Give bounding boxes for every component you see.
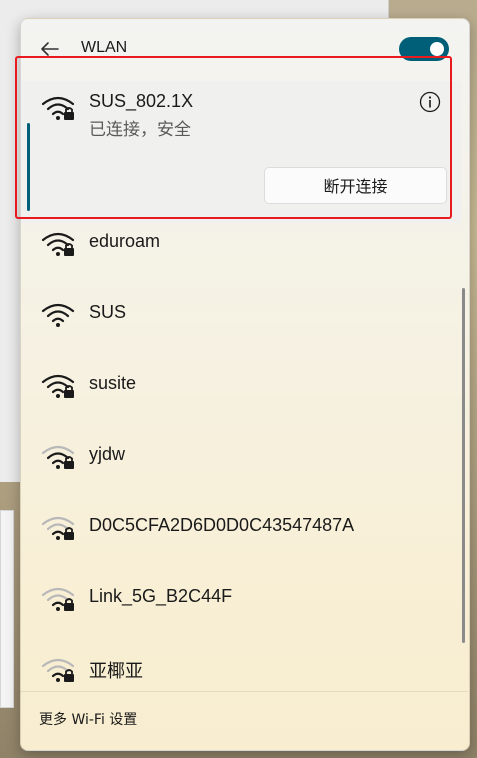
wifi-secure-icon	[41, 513, 77, 543]
wifi-secure-icon	[41, 96, 75, 120]
network-name: 亚椰亚	[89, 661, 143, 681]
more-wifi-settings-link[interactable]: 更多 Wi-Fi 设置	[39, 709, 137, 729]
back-arrow-icon[interactable]	[40, 41, 60, 57]
network-name: Link_5G_B2C44F	[89, 586, 233, 606]
network-item[interactable]: eduroam	[21, 212, 461, 283]
wifi-secure-icon	[41, 584, 77, 614]
wlan-panel: WLAN SUS_802.1X 已连接，安全 断开连接 eduroam SUS su…	[20, 18, 470, 751]
wifi-toggle[interactable]	[399, 37, 449, 61]
wifi-secure-icon	[41, 229, 77, 259]
network-item[interactable]: susite	[21, 354, 461, 425]
network-item[interactable]: SUS	[21, 283, 461, 354]
network-item[interactable]: 亚椰亚	[21, 638, 461, 709]
footer-divider	[20, 691, 468, 692]
disconnect-button[interactable]: 断开连接	[264, 167, 447, 204]
selection-indicator	[27, 123, 30, 211]
network-name: eduroam	[89, 231, 161, 251]
panel-header: WLAN	[21, 19, 469, 77]
network-name: SUS	[89, 302, 127, 322]
network-item[interactable]: Link_5G_B2C44F	[21, 567, 461, 638]
connected-network[interactable]: SUS_802.1X 已连接，安全 断开连接	[21, 81, 461, 223]
wifi-toggle-knob	[430, 42, 444, 56]
wifi-secure-icon	[41, 371, 77, 401]
wifi-secure-icon	[41, 655, 77, 685]
network-name: yjdw	[89, 444, 126, 464]
scrollbar[interactable]	[462, 288, 465, 643]
wifi-icon	[41, 300, 77, 330]
network-item[interactable]: yjdw	[21, 425, 461, 496]
network-item[interactable]: D0C5CFA2D6D0D0C43547487A	[21, 496, 461, 567]
background-window-edge	[0, 510, 14, 708]
connected-network-name: SUS_802.1X	[89, 91, 194, 111]
panel-title: WLAN	[81, 39, 128, 56]
network-name: D0C5CFA2D6D0D0C43547487A	[89, 515, 355, 535]
connected-network-status: 已连接，安全	[89, 120, 191, 140]
info-icon[interactable]	[419, 91, 441, 113]
wifi-secure-icon	[41, 442, 77, 472]
network-name: susite	[89, 373, 137, 393]
